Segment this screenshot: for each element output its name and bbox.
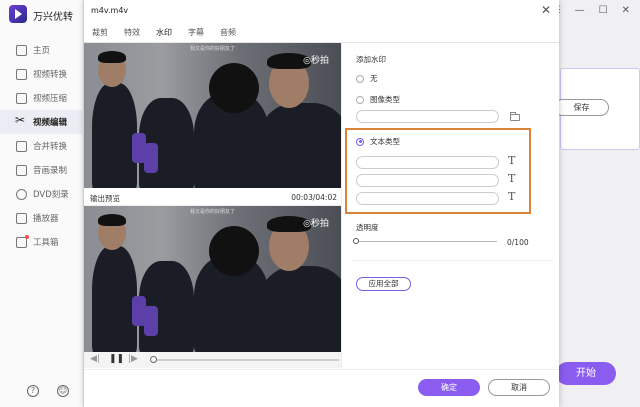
merge-icon — [16, 140, 27, 152]
radio-dot — [356, 95, 364, 104]
compress-icon — [16, 92, 27, 104]
watermark-text-field[interactable] — [356, 156, 499, 169]
timecode: 00:03/04:02 — [291, 193, 337, 202]
minimize-icon[interactable]: — — [575, 5, 585, 16]
sidebar-item-dvd[interactable]: DVD刻录 — [0, 182, 84, 206]
video-figure — [144, 143, 158, 173]
text-style-icon[interactable]: T — [508, 190, 515, 203]
close-app-icon[interactable]: ✕ — [622, 5, 630, 16]
seek-bar[interactable] — [154, 359, 339, 361]
sidebar-item-label: 视频转换 — [33, 70, 68, 80]
scissors-icon — [15, 113, 27, 128]
transparency-value: 0/100 — [507, 238, 529, 247]
video-figure — [98, 51, 126, 63]
previous-frame-icon[interactable]: ◀| — [90, 354, 100, 364]
sidebar-nav: 主页 视频转换 视频压缩 视频编辑 合并转换 音画录制 DVD刻录 播放器 工具… — [0, 38, 84, 254]
sidebar-item-edit[interactable]: 视频编辑 — [0, 110, 84, 134]
sidebar-item-record[interactable]: 音画录制 — [0, 158, 84, 182]
sidebar-item-label: 工具箱 — [33, 238, 59, 248]
video-figure — [144, 306, 158, 336]
app-title: 万兴优转 — [33, 12, 73, 23]
sidebar-item-toolbox[interactable]: 工具箱 — [0, 230, 84, 254]
sidebar-item-label: 主页 — [33, 46, 51, 56]
sidebar-item-compress[interactable]: 视频压缩 — [0, 86, 84, 110]
home-icon — [16, 44, 27, 56]
original-video-preview: 我又是你的好朋友了 ◎秒拍 — [84, 43, 341, 188]
add-watermark-label: 添加水印 — [356, 55, 386, 64]
radio-label: 无 — [370, 74, 378, 83]
background-start-button[interactable]: 开始 — [556, 362, 616, 385]
window-controls: ☰ — ☐ ✕ — [552, 5, 630, 16]
output-video-preview: 我又是你的好朋友了 ◎秒拍 — [84, 206, 341, 352]
video-figure — [92, 246, 137, 352]
app-logo-icon — [9, 5, 27, 23]
video-figure — [92, 83, 137, 188]
video-figure — [259, 103, 341, 188]
video-figure — [209, 63, 259, 113]
pause-icon[interactable]: ❚❚ — [109, 354, 124, 364]
watermark-font-field[interactable] — [356, 174, 499, 187]
close-icon[interactable]: ✕ — [541, 3, 551, 17]
dvd-icon — [16, 188, 27, 200]
seek-handle[interactable] — [150, 356, 157, 363]
toolbox-icon — [16, 234, 29, 248]
help-icon[interactable]: ? — [27, 385, 39, 397]
transparency-label: 透明度 — [356, 223, 379, 232]
image-path-field[interactable] — [356, 110, 499, 123]
sidebar-item-label: 音画录制 — [33, 166, 68, 176]
radio-dot — [356, 74, 364, 83]
sidebar-bottom-icons: ? ☺ — [27, 385, 69, 397]
radio-dot — [356, 137, 364, 146]
watermark-color-field[interactable] — [356, 192, 499, 205]
video-watermark: ◎秒拍 — [303, 219, 329, 229]
sidebar: 万兴优转 主页 视频转换 视频压缩 视频编辑 合并转换 音画录制 DVD刻录 播… — [0, 0, 84, 407]
video-figure — [209, 226, 259, 276]
text-style-icon[interactable]: T — [508, 172, 515, 185]
maximize-icon[interactable]: ☐ — [599, 5, 608, 16]
radio-label: 图像类型 — [370, 95, 400, 104]
radio-none[interactable]: 无 — [356, 73, 378, 84]
text-style-icon[interactable]: T — [508, 154, 515, 167]
video-caption: 我又是你的好朋友了 — [189, 209, 235, 215]
record-icon — [16, 164, 27, 176]
dialog-footer: 确定 取消 — [84, 369, 559, 407]
radio-image-type[interactable]: 图像类型 — [356, 94, 400, 105]
sidebar-item-home[interactable]: 主页 — [0, 38, 84, 62]
apply-all-button[interactable]: 应用全部 — [356, 277, 411, 291]
cancel-button[interactable]: 取消 — [488, 379, 550, 396]
preview-label-row: 输出预览 00:03/04:02 — [84, 188, 341, 206]
sidebar-item-label: 视频编辑 — [33, 118, 68, 128]
folder-icon[interactable] — [510, 112, 520, 121]
sidebar-item-convert[interactable]: 视频转换 — [0, 62, 84, 86]
transparency-slider-handle[interactable] — [353, 238, 359, 244]
sidebar-item-label: DVD刻录 — [33, 190, 69, 200]
video-watermark: ◎秒拍 — [303, 56, 329, 66]
convert-icon — [16, 68, 27, 80]
sidebar-item-label: 合并转换 — [33, 142, 68, 152]
sidebar-item-label: 播放器 — [33, 214, 59, 224]
sidebar-item-merge[interactable]: 合并转换 — [0, 134, 84, 158]
player-controls: ◀| ❚❚ |▶ — [84, 352, 341, 368]
video-figure — [98, 214, 126, 226]
next-frame-icon[interactable]: |▶ — [128, 354, 138, 364]
player-icon — [16, 212, 27, 224]
settings-divider — [353, 260, 553, 261]
feedback-icon[interactable]: ☺ — [57, 385, 69, 397]
edit-dialog: m4v.m4v ✕ 裁剪 特效 水印 字幕 音频 我又是你的好朋友了 ◎秒拍 输… — [84, 0, 559, 407]
video-figure — [259, 266, 341, 352]
radio-text-type[interactable]: 文本类型 — [356, 136, 400, 147]
radio-label: 文本类型 — [370, 137, 400, 146]
sidebar-item-label: 视频压缩 — [33, 94, 68, 104]
background-save-button[interactable]: 保存 — [554, 99, 609, 116]
video-caption: 我又是你的好朋友了 — [189, 46, 235, 52]
watermark-settings: 添加水印 无 图像类型 文本类型 T T T 透明度 0/100 应用全部 — [341, 43, 559, 369]
dialog-title: m4v.m4v — [91, 6, 129, 15]
transparency-slider-track[interactable] — [356, 241, 497, 242]
preview-label: 输出预览 — [90, 194, 120, 203]
ok-button[interactable]: 确定 — [418, 379, 480, 396]
sidebar-item-player[interactable]: 播放器 — [0, 206, 84, 230]
